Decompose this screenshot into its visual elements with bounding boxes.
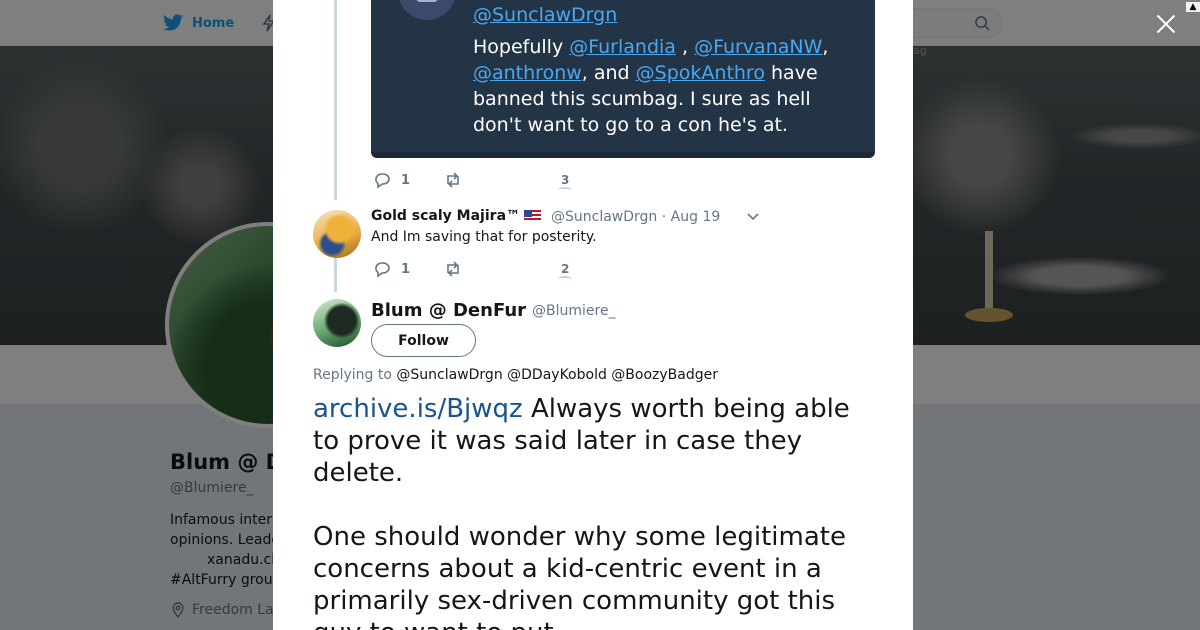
like-count[interactable]: 3: [557, 173, 573, 189]
retweet-button[interactable]: [444, 260, 462, 278]
retweet-button[interactable]: [444, 171, 462, 189]
main-tweet-text: archive.is/Bjwqz Always worth being able…: [313, 394, 850, 630]
us-flag-icon: [524, 210, 542, 222]
chevron-down-icon[interactable]: [746, 212, 760, 222]
quoted-tweet-card[interactable]: @SunclawDrgn Hopefully @Furlandia , @Fur…: [371, 0, 875, 158]
retweet-icon: [447, 261, 459, 277]
main-author-name[interactable]: Blum @ DenFur: [371, 300, 526, 321]
reply-button[interactable]: 1: [373, 171, 410, 189]
reply-button[interactable]: 1: [373, 260, 410, 278]
quoted-handle[interactable]: @SunclawDrgn: [473, 4, 617, 26]
reply-author-handle[interactable]: @SunclawDrgn · Aug 19: [551, 209, 720, 225]
reply-count: 1: [401, 172, 411, 188]
mention-link[interactable]: @Furlandia: [569, 36, 676, 58]
thread-connector: [334, 0, 337, 200]
retweet-icon: [447, 172, 459, 188]
follow-button[interactable]: Follow: [371, 324, 476, 357]
replying-to-line: Replying to @SunclawDrgn @DDayKobold @Bo…: [313, 367, 718, 383]
scrollbar-up-arrow[interactable]: ▲: [1186, 2, 1200, 12]
reply-icon: [375, 262, 390, 278]
main-author-handle[interactable]: @Blumiere_: [532, 303, 616, 319]
close-icon[interactable]: [1154, 12, 1178, 36]
main-author-avatar[interactable]: [313, 299, 361, 347]
reply-icon: [375, 173, 390, 189]
like-count[interactable]: 2: [557, 262, 573, 278]
mention-link[interactable]: @FurvanaNW: [694, 36, 822, 58]
reply-author-avatar[interactable]: [313, 210, 361, 258]
quoted-avatar: [398, 0, 456, 20]
replying-to-handles[interactable]: @SunclawDrgn @DDayKobold @BoozyBadger: [396, 367, 718, 383]
reply-count: 1: [401, 261, 411, 277]
tweet-actions: 1: [373, 260, 462, 278]
reply-text: And Im saving that for posterity.: [371, 229, 597, 245]
quoted-text: Hopefully @Furlandia , @FurvanaNW, @anthr…: [473, 36, 829, 136]
thread-connector: [334, 256, 337, 292]
reply-author-name[interactable]: Gold scaly Majira™: [371, 208, 542, 224]
mention-link[interactable]: @anthronw: [473, 62, 582, 84]
mention-link[interactable]: @SpokAnthro: [636, 62, 765, 84]
archive-link[interactable]: archive.is/Bjwqz: [313, 394, 523, 424]
tweet-thread-modal: @SunclawDrgn Hopefully @Furlandia , @Fur…: [273, 0, 913, 630]
reply-date[interactable]: · Aug 19: [662, 209, 721, 225]
tweet-actions: 1: [373, 171, 462, 189]
